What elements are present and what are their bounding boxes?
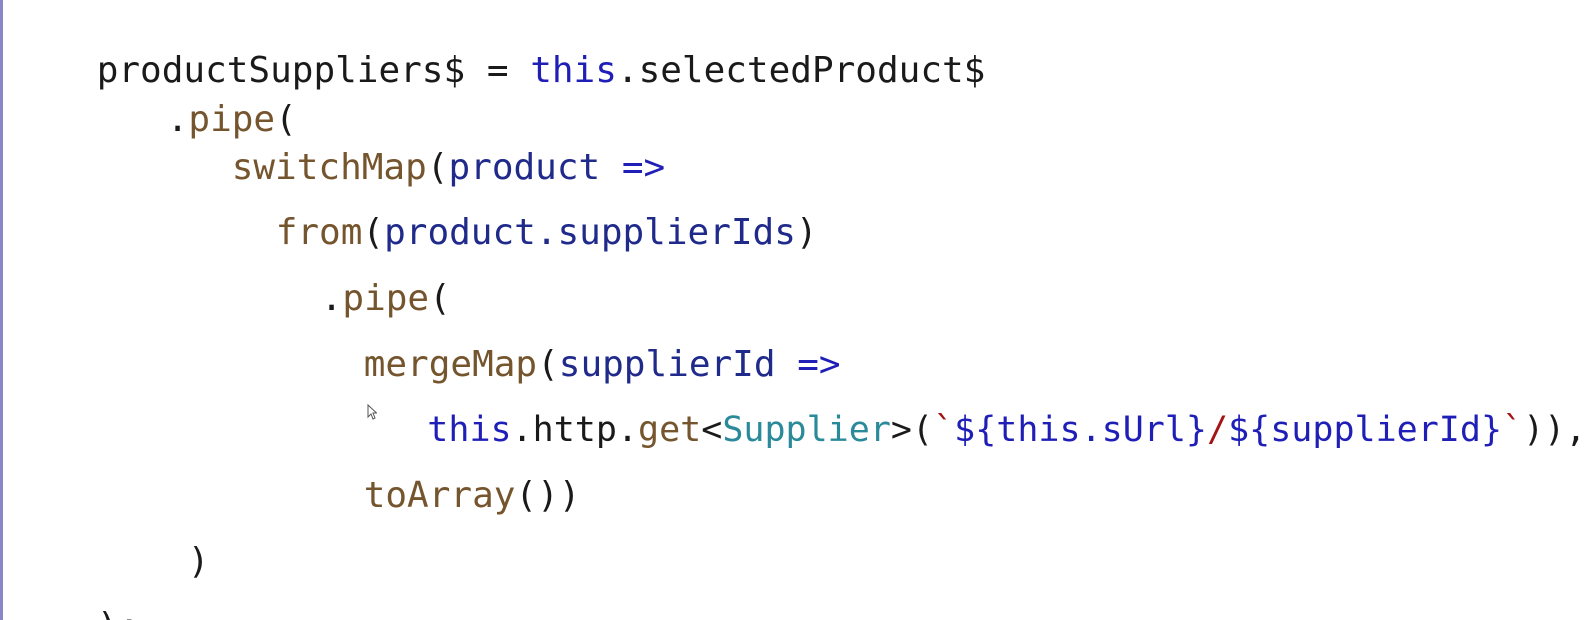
mouse-pointer-icon	[367, 404, 377, 420]
code-editor[interactable]: productSuppliers$ = this.selectedProduct…	[0, 0, 1596, 620]
get-method: get	[638, 410, 702, 450]
code-line-9[interactable]: )	[101, 496, 210, 582]
code-line-5[interactable]: .pipe(	[234, 233, 451, 319]
supplier-type: Supplier	[722, 410, 891, 450]
statement-end: );	[97, 606, 140, 620]
code-line-8[interactable]: toArray())	[277, 430, 581, 516]
generic-close-paren: >(	[890, 410, 934, 450]
code-line-3[interactable]: switchMap(product =>	[145, 102, 666, 188]
template-interpolation-id: ${supplierId}	[1228, 410, 1503, 450]
code-line-10[interactable]: );	[10, 561, 140, 620]
generic-open: <	[701, 410, 723, 450]
code-line-1[interactable]: productSuppliers$ = this.selectedProduct…	[10, 5, 986, 91]
editor-gutter-border	[0, 0, 3, 620]
close-paren: )	[795, 212, 818, 253]
property-access: .selectedProduct$	[616, 50, 986, 91]
template-tick-close: `	[1502, 410, 1524, 450]
code-line-7[interactable]: this.http.get<Supplier>(`${this.sUrl}/${…	[343, 364, 1586, 450]
close-parens: ())	[515, 475, 581, 516]
template-tick-open: `	[933, 410, 955, 450]
this-keyword: this	[530, 50, 617, 91]
close-paren: )	[187, 541, 210, 582]
toarray-function: toArray	[363, 475, 516, 516]
close-parens: )),	[1523, 410, 1587, 450]
template-interpolation-url: ${this.sUrl}	[954, 410, 1208, 450]
code-line-4[interactable]: from(product.supplierIds)	[189, 167, 818, 253]
template-slash: /	[1207, 410, 1229, 450]
code-line-2[interactable]: .pipe(	[80, 54, 297, 140]
code-line-6[interactable]: mergeMap(supplierId =>	[277, 299, 841, 385]
